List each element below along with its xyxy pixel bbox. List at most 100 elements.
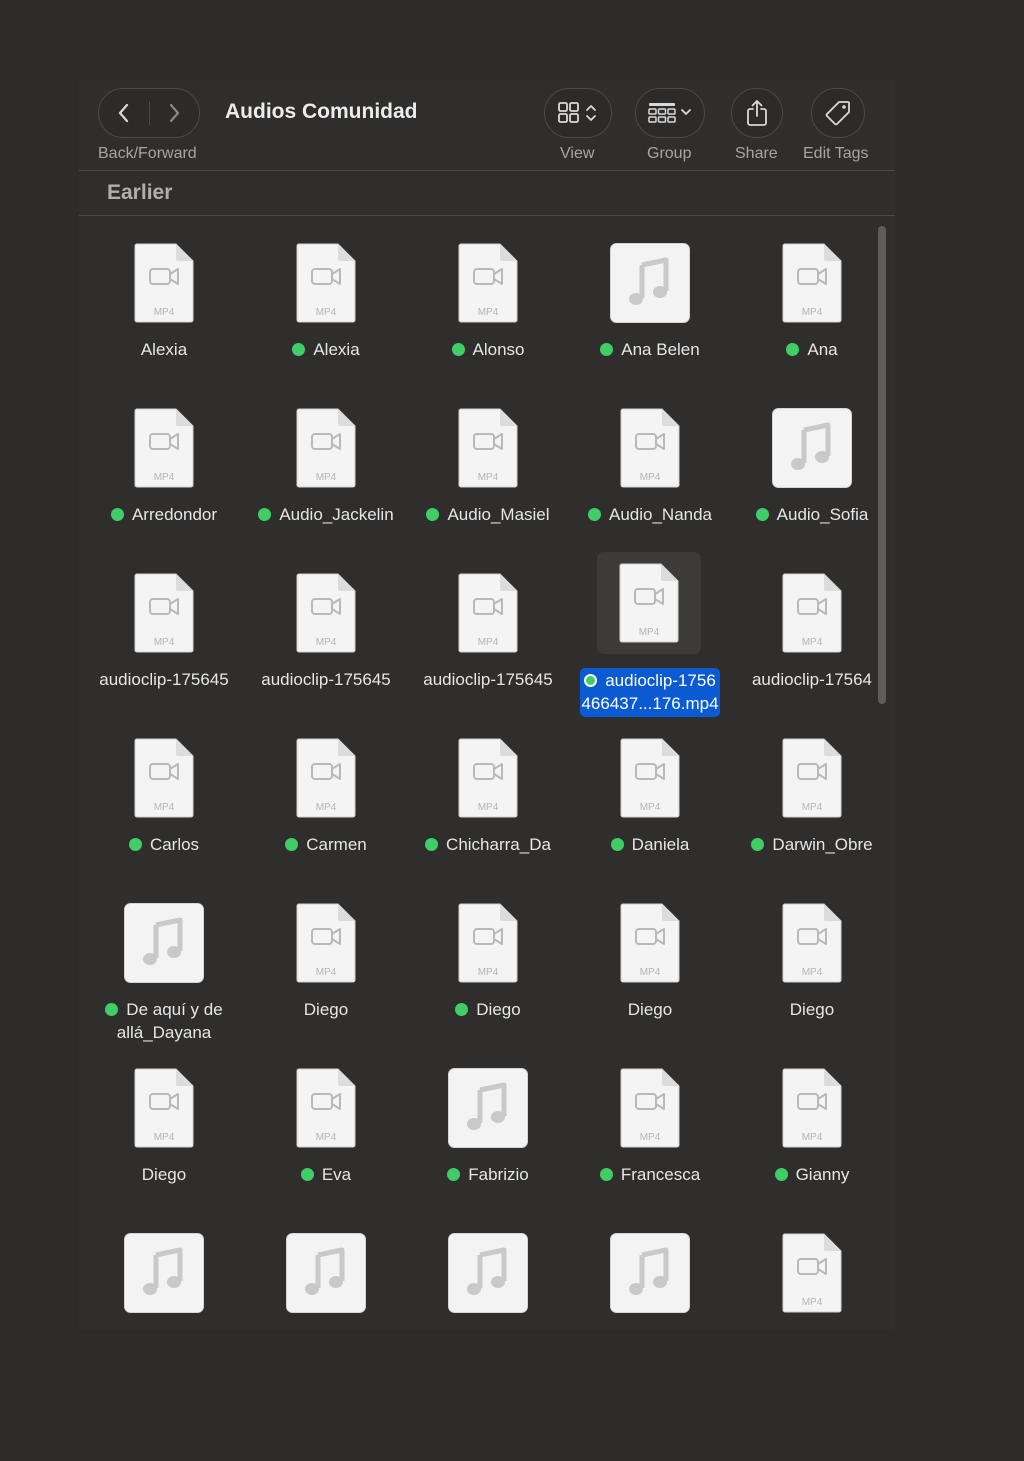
view-button[interactable] xyxy=(544,88,612,138)
file-name-text: Audio_Nanda xyxy=(608,505,713,524)
file-name: Ana xyxy=(731,338,879,361)
file-item[interactable]: MP4 Audio_Nanda xyxy=(569,385,731,550)
file-name-text: audioclip-17564 xyxy=(751,670,873,689)
file-name: Audio_Jackelin xyxy=(245,503,407,526)
file-item[interactable]: MP4 Eva xyxy=(245,1045,407,1210)
file-item[interactable]: MP4 Audio_Jackelin xyxy=(245,385,407,550)
mp4-file-icon: MP4 xyxy=(753,240,871,325)
file-item[interactable] xyxy=(245,1210,407,1330)
svg-text:MP4: MP4 xyxy=(478,802,499,813)
file-item[interactable]: Fabrizio xyxy=(407,1045,569,1210)
file-name: Diego xyxy=(407,998,569,1021)
file-item[interactable]: Ana Belen xyxy=(569,220,731,385)
file-item[interactable]: MP4 audioclip-175645 xyxy=(83,550,245,715)
audio-file-icon xyxy=(591,1230,709,1315)
file-name: audioclip-17564 xyxy=(731,668,879,691)
file-name-text: Diego xyxy=(141,1165,187,1184)
mp4-file-icon: MP4 xyxy=(429,240,547,325)
file-item[interactable]: MP4 audioclip-175645 xyxy=(245,550,407,715)
grid-view-icon xyxy=(558,102,596,123)
file-name-text-line2: 466437...176.mp4 xyxy=(581,694,719,713)
file-item[interactable]: MP4 audioclip-175645 xyxy=(407,550,569,715)
file-item[interactable]: MP4 Gianny xyxy=(731,1045,879,1210)
file-item[interactable]: MP4 audioclip-1756 466437...176.mp4 xyxy=(569,550,731,717)
chevron-right-icon xyxy=(169,103,180,123)
svg-text:MP4: MP4 xyxy=(802,802,823,813)
group-button[interactable] xyxy=(635,88,705,138)
file-item[interactable]: MP4 Diego xyxy=(407,880,569,1045)
file-item[interactable]: Audio_Sofia xyxy=(731,385,879,550)
green-tag-icon xyxy=(447,1168,461,1181)
back-button[interactable] xyxy=(99,89,149,137)
mp4-file-icon: MP4 xyxy=(267,735,385,820)
file-item[interactable]: MP4 Chicharra_Da xyxy=(407,715,569,880)
green-tag-icon xyxy=(426,508,440,521)
file-name: audioclip-175645 xyxy=(83,668,245,691)
file-name: Francesca xyxy=(569,1163,731,1186)
file-name: Audio_Sofia xyxy=(731,503,879,526)
file-name-text: Carlos xyxy=(149,835,200,854)
file-item[interactable]: MP4 Arredondor xyxy=(83,385,245,550)
mp4-file-icon: MP4 xyxy=(105,570,223,655)
file-item[interactable]: MP4 Diego xyxy=(731,880,879,1045)
audio-file-icon xyxy=(591,240,709,325)
file-item[interactable]: MP4 Carlos xyxy=(83,715,245,880)
svg-text:MP4: MP4 xyxy=(316,1132,337,1143)
section-header: Earlier xyxy=(107,181,173,204)
file-name-text: Darwin_Obre xyxy=(772,835,873,854)
file-name: De aquí y de allá_Dayana xyxy=(83,998,245,1044)
file-item[interactable]: MP4 audioclip-17564 xyxy=(731,550,879,715)
file-name: Alonso xyxy=(407,338,569,361)
file-item[interactable]: De aquí y de allá_Dayana xyxy=(83,880,245,1045)
svg-text:MP4: MP4 xyxy=(802,1297,823,1308)
svg-text:MP4: MP4 xyxy=(640,967,661,978)
file-name-text: Daniela xyxy=(631,835,690,854)
file-name: Arredondor xyxy=(83,503,245,526)
file-item[interactable]: MP4 Daniela xyxy=(569,715,731,880)
file-item[interactable]: MP4 Carmen xyxy=(245,715,407,880)
file-item[interactable]: MP4 Diego xyxy=(245,880,407,1045)
file-name-text: audioclip-175645 xyxy=(261,670,391,689)
file-item[interactable]: MP4 Darwin_Obre xyxy=(731,715,879,880)
file-item[interactable]: MP4 Alexia xyxy=(83,220,245,385)
file-name: Audio_Nanda xyxy=(569,503,731,526)
audio-file-icon xyxy=(429,1230,547,1315)
file-name-text: audioclip-1756 xyxy=(605,671,716,690)
audio-file-icon xyxy=(105,900,223,985)
file-item[interactable]: MP4 Francesca xyxy=(569,1045,731,1210)
mp4-file-icon: MP4 xyxy=(753,1065,871,1150)
forward-button[interactable] xyxy=(149,89,199,137)
group-label: Group xyxy=(647,145,692,162)
file-name-text: Ana xyxy=(807,340,838,359)
file-name: Audio_Masiel xyxy=(407,503,569,526)
file-item[interactable]: MP4 Diego xyxy=(569,880,731,1045)
file-name: Darwin_Obre xyxy=(731,833,879,856)
svg-text:MP4: MP4 xyxy=(154,637,175,648)
file-item[interactable]: MP4 xyxy=(731,1210,879,1330)
toolbar: Back/Forward Audios Comunidad View Group… xyxy=(79,80,895,170)
file-item[interactable]: MP4 Ana xyxy=(731,220,879,385)
edit-tags-button[interactable] xyxy=(811,88,865,138)
file-item[interactable]: MP4 Alexia xyxy=(245,220,407,385)
green-tag-icon xyxy=(300,1168,314,1181)
green-tag-icon xyxy=(128,838,142,851)
mp4-file-icon: MP4 xyxy=(591,405,709,490)
mp4-file-icon: MP4 xyxy=(105,405,223,490)
vertical-scrollbar[interactable] xyxy=(878,226,886,704)
section-divider xyxy=(79,215,895,216)
file-item[interactable] xyxy=(569,1210,731,1330)
file-name: audioclip-1756 466437...176.mp4 xyxy=(580,668,720,717)
svg-text:MP4: MP4 xyxy=(316,472,337,483)
file-item[interactable] xyxy=(407,1210,569,1330)
file-item[interactable] xyxy=(83,1210,245,1330)
file-item[interactable]: MP4 Alonso xyxy=(407,220,569,385)
file-item[interactable]: MP4 Audio_Masiel xyxy=(407,385,569,550)
svg-text:MP4: MP4 xyxy=(478,472,499,483)
share-button[interactable] xyxy=(731,88,783,138)
file-name: Carlos xyxy=(83,833,245,856)
file-name-text: Carmen xyxy=(306,835,367,854)
edit-tags-label: Edit Tags xyxy=(803,145,869,162)
file-name-text-line2: allá_Dayana xyxy=(116,1023,212,1042)
file-item[interactable]: MP4 Diego xyxy=(83,1045,245,1210)
file-name-text: Diego xyxy=(789,1000,835,1019)
